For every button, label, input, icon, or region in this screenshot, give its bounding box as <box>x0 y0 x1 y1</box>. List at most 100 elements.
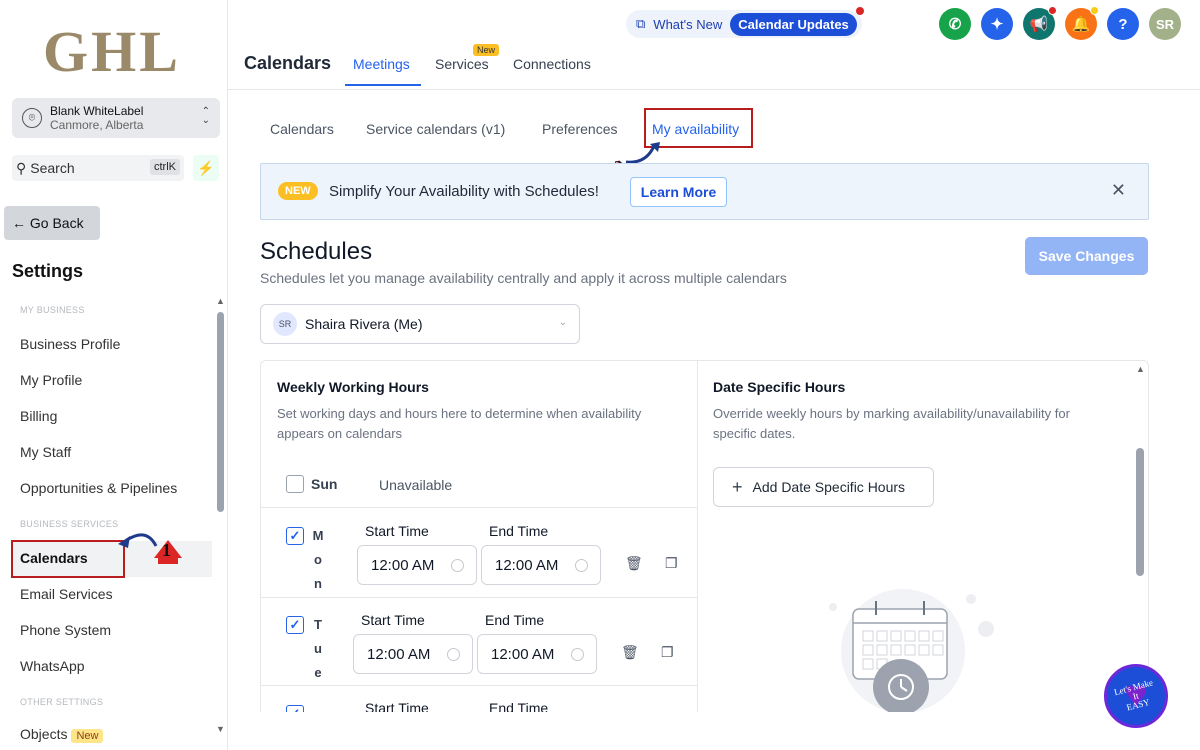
subtab-preferences[interactable]: Preferences <box>542 121 617 137</box>
notification-dot <box>856 7 864 15</box>
panel-divider <box>697 361 698 712</box>
add-date-specific-label: Add Date Specific Hours <box>752 479 906 495</box>
section-business-services: BUSINESS SERVICES <box>20 519 119 529</box>
plus-icon: + <box>732 476 743 497</box>
clock-icon <box>575 559 588 572</box>
row-separator <box>261 685 697 686</box>
help-icon[interactable]: ? <box>1107 8 1139 40</box>
copy-icon[interactable]: ❐ <box>661 644 674 661</box>
account-switcher[interactable]: ⌾ Blank WhiteLabel Canmore, Alberta ⌃ ⌄ <box>12 98 220 138</box>
date-specific-title: Date Specific Hours <box>713 379 846 395</box>
sidebar-item-whatsapp[interactable]: WhatsApp <box>20 658 85 674</box>
user-avatar-small: SR <box>273 312 297 336</box>
subtab-service-calendars[interactable]: Service calendars (v1) <box>366 121 505 137</box>
objects-label: Objects <box>20 726 68 742</box>
sidebar-item-billing[interactable]: Billing <box>20 408 57 424</box>
trash-icon[interactable]: 🗑 <box>625 555 643 572</box>
page-title: Calendars <box>244 53 332 73</box>
availability-panel: Weekly Working Hours Set working days an… <box>260 360 1149 712</box>
ai-sparkle-icon[interactable]: ✦ <box>981 8 1013 40</box>
chevron-down-icon: ⌄ <box>558 317 567 328</box>
services-new-badge: New <box>473 44 500 56</box>
bell-icon[interactable]: 🔔 <box>1065 6 1099 40</box>
copy-icon[interactable]: ❐ <box>665 555 678 572</box>
calendar-illustration-icon <box>829 589 994 712</box>
weekly-hours-desc-2: appears on calendars <box>277 426 403 441</box>
quick-action-bolt-icon[interactable]: ⚡ <box>193 155 219 181</box>
mon-checkbox[interactable]: ✓ <box>286 527 304 545</box>
scroll-down-arrow-icon[interactable]: ▼ <box>216 724 225 734</box>
add-date-specific-hours-button[interactable]: + Add Date Specific Hours <box>713 467 934 507</box>
user-avatar[interactable]: SR <box>1149 8 1181 40</box>
mon-end-label: End Time <box>489 523 549 539</box>
mon-start-value: 12:00 AM <box>371 556 435 574</box>
whats-new-button[interactable]: ⧉ What's New Calendar Updates <box>626 7 864 38</box>
tue-label-2: u <box>314 641 322 656</box>
search-icon: ⚲ <box>16 159 27 176</box>
tue-start-value: 12:00 AM <box>367 645 431 663</box>
sidebar-scrollbar[interactable] <box>217 312 224 512</box>
tue-checkbox[interactable]: ✓ <box>286 616 304 634</box>
row-separator <box>261 507 697 508</box>
sidebar-item-my-staff[interactable]: My Staff <box>20 444 71 460</box>
sidebar-item-email-services[interactable]: Email Services <box>20 586 113 602</box>
sidebar-item-phone-system[interactable]: Phone System <box>20 622 111 638</box>
annotation-box-calendars <box>11 540 125 578</box>
sidebar-item-business-profile[interactable]: Business Profile <box>20 336 120 352</box>
objects-new-badge: New <box>71 729 104 743</box>
account-name: Blank WhiteLabel <box>50 104 144 118</box>
search-input[interactable]: ⚲ Search ctrlK <box>12 155 184 181</box>
mon-end-value: 12:00 AM <box>495 556 559 574</box>
sun-label: Sun <box>311 476 338 492</box>
top-header: ⧉ What's New Calendar Updates ✆ ✦ 📢 🔔 ? … <box>228 0 1200 90</box>
wed-checkbox[interactable]: ✓ <box>286 705 304 712</box>
megaphone-icon[interactable]: 📢 <box>1023 6 1057 40</box>
panel-scrollbar[interactable] <box>1136 448 1144 576</box>
tue-start-label: Start Time <box>361 612 425 628</box>
tue-end-time-input[interactable]: 12:00 AM <box>477 634 597 674</box>
mon-start-label: Start Time <box>365 523 429 539</box>
tab-connections[interactable]: Connections <box>513 56 591 72</box>
sidebar-item-objects[interactable]: Objects New <box>20 726 104 743</box>
search-label: Search <box>30 160 75 176</box>
new-pill: NEW <box>278 182 318 200</box>
announcement-icon: ⧉ <box>636 16 646 31</box>
row-separator <box>261 597 697 598</box>
account-location: Canmore, Alberta <box>50 118 144 132</box>
tue-label-1: T <box>314 617 322 632</box>
go-back-button[interactable]: ← Go Back <box>4 206 100 240</box>
tab-services[interactable]: Services <box>435 56 489 72</box>
learn-more-button[interactable]: Learn More <box>630 177 727 207</box>
calendar-updates-badge[interactable]: Calendar Updates <box>730 12 857 36</box>
location-pin-icon: ⌾ <box>22 108 42 128</box>
clock-icon <box>447 648 460 661</box>
clock-icon <box>451 559 464 572</box>
clock-icon <box>571 648 584 661</box>
trash-icon[interactable]: 🗑 <box>621 644 639 661</box>
sidebar-item-my-profile[interactable]: My Profile <box>20 372 82 388</box>
sun-checkbox[interactable] <box>286 475 304 493</box>
subtab-calendars[interactable]: Calendars <box>270 121 334 137</box>
schedules-subtitle: Schedules let you manage availability ce… <box>260 270 787 286</box>
close-icon[interactable]: ✕ <box>1111 180 1126 201</box>
tue-end-label: End Time <box>485 612 545 628</box>
tue-end-value: 12:00 AM <box>491 645 555 663</box>
wed-start-label: Start Time <box>365 700 429 712</box>
tab-meetings[interactable]: Meetings <box>353 56 410 72</box>
company-logo[interactable]: GHL <box>43 18 181 85</box>
tue-label-3: e <box>314 665 322 680</box>
schedules-title: Schedules <box>260 238 373 265</box>
save-changes-button[interactable]: Save Changes <box>1025 237 1148 275</box>
mon-start-time-input[interactable]: 12:00 AM <box>357 545 477 585</box>
scroll-up-arrow-icon[interactable]: ▲ <box>1136 364 1145 374</box>
phone-icon[interactable]: ✆ <box>939 8 971 40</box>
settings-title: Settings <box>12 261 84 281</box>
tue-start-time-input[interactable]: 12:00 AM <box>353 634 473 674</box>
mon-end-time-input[interactable]: 12:00 AM <box>481 545 601 585</box>
lets-make-it-easy-logo: ♥ Let's Make It EASY <box>1104 664 1168 728</box>
sidebar-item-opportunities[interactable]: Opportunities & Pipelines <box>20 480 177 496</box>
mon-label-1: M <box>312 528 324 543</box>
search-shortcut: ctrlK <box>150 159 180 175</box>
scroll-up-arrow-icon[interactable]: ▲ <box>216 296 225 306</box>
user-select-dropdown[interactable]: SR Shaira Rivera (Me) ⌄ <box>260 304 580 344</box>
